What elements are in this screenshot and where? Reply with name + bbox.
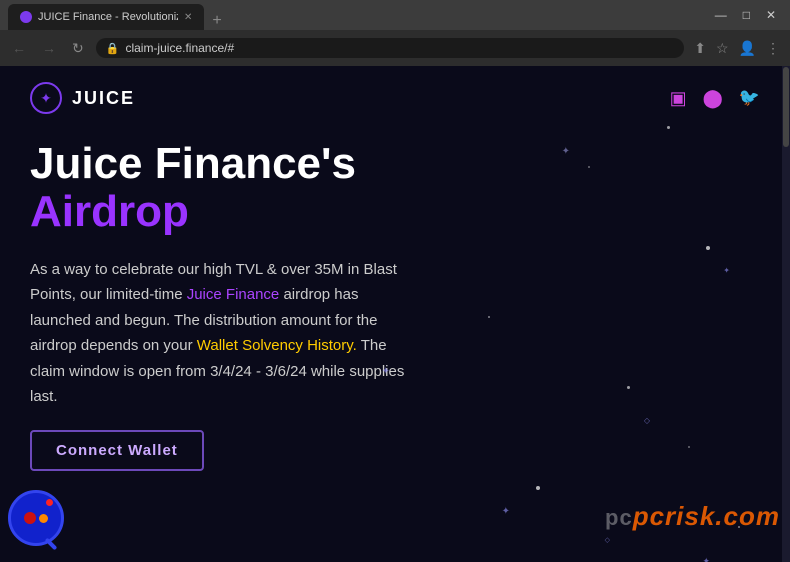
address-bar[interactable]: 🔒 claim-juice.finance/# [96, 38, 685, 58]
reload-button[interactable]: ↻ [68, 38, 88, 59]
diamond-decoration: ✦ [723, 266, 730, 275]
lock-icon: 🔒 [106, 42, 120, 55]
star-decoration [667, 126, 670, 129]
monitor-icon[interactable]: ▣ [670, 88, 687, 109]
tab-area: JUICE Finance - Revolutionizing ... ✕ + [8, 0, 230, 30]
star-decoration [706, 246, 710, 250]
tab-close-button[interactable]: ✕ [184, 12, 192, 23]
scrollbar-thumb[interactable] [783, 67, 789, 147]
close-button[interactable]: ✕ [760, 6, 782, 24]
connect-wallet-button[interactable]: Connect Wallet [30, 430, 204, 471]
logo-icon: ✦ [30, 82, 62, 114]
bookmark-icon[interactable]: ☆ [714, 38, 731, 59]
share-icon[interactable]: ⬆ [692, 38, 708, 59]
star-decoration [688, 446, 690, 448]
magnifier-dots [24, 512, 48, 524]
tab-favicon [20, 11, 32, 23]
window-controls: — □ ✕ [709, 6, 782, 24]
toolbar-icons: ⬆ ☆ 👤 ⋮ [692, 38, 782, 59]
pcrisk-watermark: pсpcrisk.com [605, 500, 780, 532]
wallet-solvency-link[interactable]: Wallet Solvency History. [197, 337, 357, 354]
forward-button[interactable]: → [38, 38, 60, 58]
magnifier-icon [8, 490, 64, 546]
scrollbar[interactable] [782, 66, 790, 562]
star-decoration [536, 486, 540, 490]
body-paragraph: As a way to celebrate our high TVL & ove… [30, 257, 410, 410]
star-decoration [488, 316, 490, 318]
profile-icon[interactable]: 👤 [737, 38, 758, 59]
nav-icons: ▣ ⬤ 🐦 [670, 88, 760, 109]
juice-finance-link[interactable]: Juice Finance [187, 286, 280, 303]
diamond-decoration: ✦ [702, 556, 710, 562]
browser-chrome: JUICE Finance - Revolutionizing ... ✕ + … [0, 0, 790, 66]
logo-text: JUICE [72, 88, 135, 109]
site-nav: ✦ JUICE ▣ ⬤ 🐦 [0, 66, 790, 130]
website-content: ✦ ✦ ✦ ◇ ✦ ◇ ✦ ✦ JUICE ▣ ⬤ 🐦 Juice Financ… [0, 66, 790, 562]
diamond-decoration: ✦ [382, 366, 390, 377]
dot-red [24, 512, 36, 524]
headline-line1: Juice Finance's [30, 140, 760, 188]
main-content: Juice Finance's Airdrop As a way to cele… [0, 130, 790, 491]
headline-line2: Airdrop [30, 188, 760, 236]
back-button[interactable]: ← [8, 38, 30, 58]
tab-title: JUICE Finance - Revolutionizing ... [38, 11, 178, 23]
diamond-decoration: ◇ [644, 416, 650, 425]
maximize-button[interactable]: □ [737, 6, 756, 24]
diamond-decoration: ◇ [605, 536, 610, 544]
url-text: claim-juice.finance/# [125, 41, 674, 55]
diamond-decoration: ✦ [562, 146, 570, 157]
new-tab-button[interactable]: + [204, 12, 229, 30]
more-icon[interactable]: ⋮ [764, 38, 782, 59]
dot-orange [39, 514, 48, 523]
star-decoration [588, 166, 590, 168]
twitter-icon[interactable]: 🐦 [739, 88, 760, 108]
address-bar-row: ← → ↻ 🔒 claim-juice.finance/# ⬆ ☆ 👤 ⋮ [0, 30, 790, 66]
diamond-decoration: ✦ [502, 506, 510, 517]
dot-small-red [46, 499, 53, 506]
logo-area: ✦ JUICE [30, 82, 135, 114]
star-decoration [627, 386, 630, 389]
minimize-button[interactable]: — [709, 6, 733, 24]
discord-icon[interactable]: ⬤ [703, 88, 723, 109]
magnifier-circle [8, 490, 64, 546]
title-bar: JUICE Finance - Revolutionizing ... ✕ + … [0, 0, 790, 30]
browser-tab[interactable]: JUICE Finance - Revolutionizing ... ✕ [8, 4, 204, 30]
